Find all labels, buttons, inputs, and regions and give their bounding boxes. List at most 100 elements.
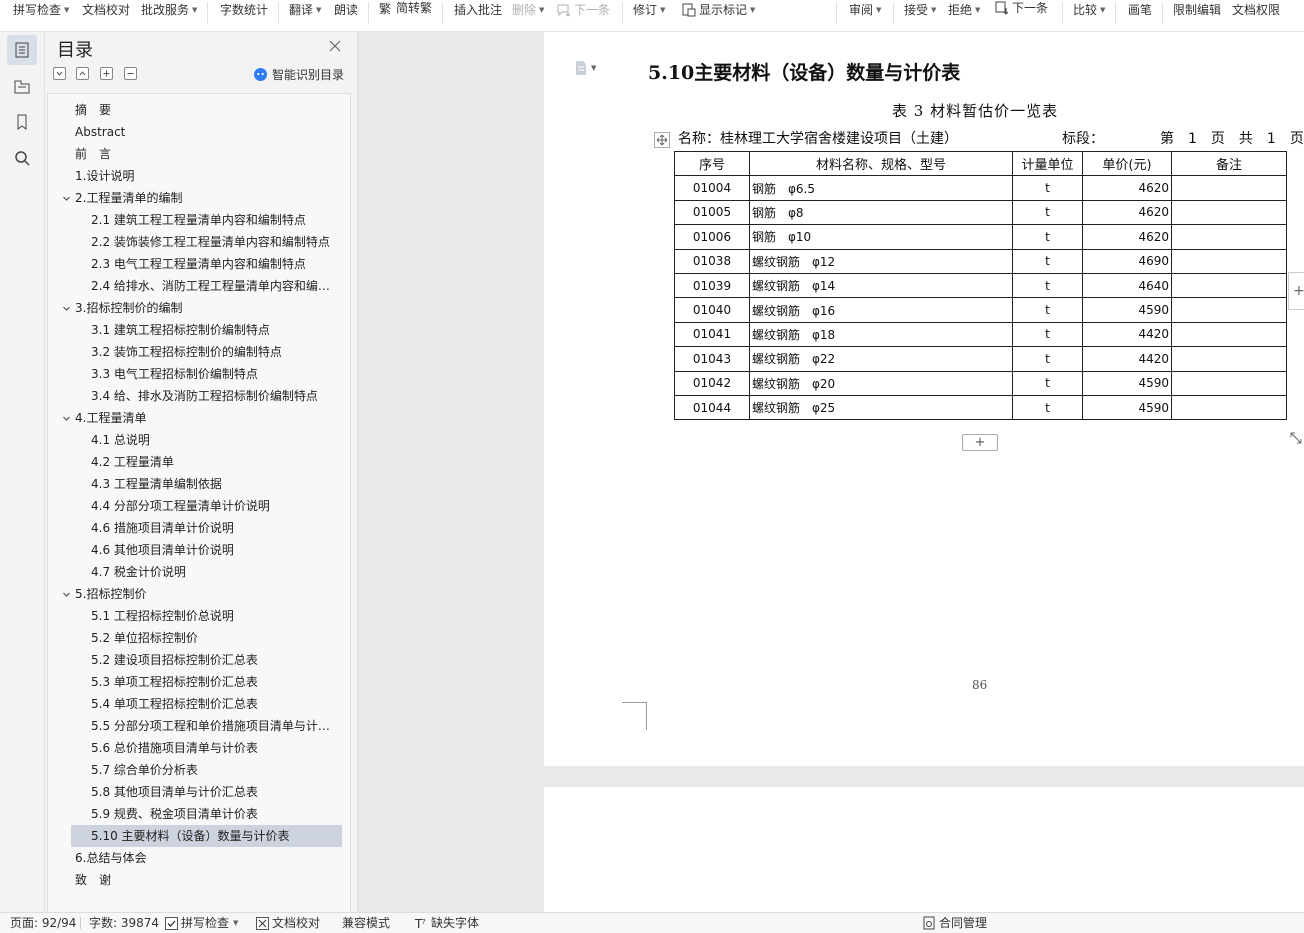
cell-code[interactable]: 01041 (674, 321, 750, 348)
cell-material[interactable]: 螺纹钢筋 φ18 (749, 321, 1013, 348)
cell-price[interactable]: 4590 (1082, 297, 1172, 323)
cell-material[interactable]: 钢筋 φ6.5 (749, 175, 1013, 201)
cell-unit[interactable]: t (1012, 175, 1083, 201)
toc-expand-chevron-icon[interactable] (61, 583, 71, 605)
toc-item[interactable]: 2.3 电气工程工程量清单内容和编制特点 (91, 253, 331, 275)
cell-code[interactable]: 01038 (674, 248, 750, 274)
cell-unit[interactable]: t (1012, 321, 1083, 348)
cell-remark[interactable] (1171, 297, 1287, 323)
cell-unit[interactable]: t (1012, 346, 1083, 372)
pen-button[interactable]: 画笔 (1128, 0, 1152, 20)
cell-material[interactable]: 螺纹钢筋 φ14 (749, 272, 1013, 299)
chapter-rail-button[interactable] (7, 71, 37, 101)
cell-material[interactable]: 钢筋 φ10 (749, 224, 1013, 250)
toc-item[interactable]: 4.6 其他项目清单计价说明 (91, 539, 331, 561)
toc-item[interactable]: 2.1 建筑工程工程量清单内容和编制特点 (91, 209, 331, 231)
cell-remark[interactable] (1171, 370, 1287, 396)
spell-check-toggle[interactable]: 拼写检查 ▼ (165, 913, 238, 933)
cell-remark[interactable] (1171, 394, 1287, 421)
toc-rail-button[interactable] (7, 35, 37, 65)
toc-item-selected[interactable]: 5.10 主要材料（设备）数量与计价表 (71, 825, 342, 847)
toc-item[interactable]: 4.3 工程量清单编制依据 (91, 473, 331, 495)
table-move-handle[interactable] (654, 132, 670, 148)
toc-item[interactable]: 6.总结与体会 (75, 847, 331, 869)
toc-item[interactable]: 2.4 给排水、消防工程工程量清单内容和编制特点 (91, 275, 331, 297)
word-count-indicator[interactable]: 字数: 39874 (89, 913, 159, 933)
cell-remark[interactable] (1171, 321, 1287, 348)
cell-code[interactable]: 01040 (674, 297, 750, 323)
close-toc-button[interactable] (327, 38, 343, 54)
toc-expand-chevron-icon[interactable] (61, 187, 71, 209)
doc-proof-status-button[interactable]: 文档校对 (256, 913, 320, 933)
translate-menu[interactable]: 翻译 ▼ (289, 0, 321, 20)
cell-unit[interactable]: t (1012, 394, 1083, 421)
toc-item[interactable]: 1.设计说明 (75, 165, 331, 187)
toc-expand-chevron-icon[interactable] (61, 407, 71, 429)
cell-material[interactable]: 钢筋 φ8 (749, 199, 1013, 226)
toc-item[interactable]: 5.7 综合单价分析表 (91, 759, 331, 781)
toc-item[interactable]: 4.6 措施项目清单计价说明 (91, 517, 331, 539)
cell-price[interactable]: 4620 (1082, 199, 1172, 226)
add-column-button[interactable]: + (1288, 272, 1304, 310)
cell-remark[interactable] (1171, 248, 1287, 274)
cell-price[interactable]: 4620 (1082, 224, 1172, 250)
toc-item[interactable]: 3.招标控制价的编制 (75, 297, 331, 319)
batch-service-menu[interactable]: 批改服务 ▼ (141, 0, 197, 20)
cell-unit[interactable]: t (1012, 297, 1083, 323)
toc-item[interactable]: 2.2 装饰装修工程工程量清单内容和编制特点 (91, 231, 331, 253)
toc-item[interactable]: 4.1 总说明 (91, 429, 331, 451)
toc-item[interactable]: 3.1 建筑工程招标控制价编制特点 (91, 319, 331, 341)
cell-material[interactable]: 螺纹钢筋 φ16 (749, 297, 1013, 323)
cell-price[interactable]: 4620 (1082, 175, 1172, 201)
toc-item[interactable]: 5.4 单项工程招标控制价汇总表 (91, 693, 331, 715)
doc-proof-button[interactable]: 文档校对 (82, 0, 130, 20)
toc-item[interactable]: 3.4 给、排水及消防工程招标制价编制特点 (91, 385, 331, 407)
missing-font-button[interactable]: T? 缺失字体 (414, 913, 479, 933)
restrict-edit-button[interactable]: 限制编辑 (1173, 0, 1221, 20)
cell-code[interactable]: 01044 (674, 394, 750, 421)
cell-price[interactable]: 4420 (1082, 321, 1172, 348)
toc-expand-chevron-icon[interactable] (61, 297, 71, 319)
insert-comment-button[interactable]: 插入批注 (454, 0, 502, 20)
cell-unit[interactable]: t (1012, 248, 1083, 274)
toc-item[interactable]: 3.2 装饰工程招标控制价的编制特点 (91, 341, 331, 363)
remove-heading-button[interactable] (124, 67, 137, 80)
cell-code[interactable]: 01043 (674, 346, 750, 372)
word-count-button[interactable]: 字数统计 (220, 0, 268, 20)
toc-item[interactable]: Abstract (75, 121, 331, 143)
compare-menu[interactable]: 比较 ▼ (1073, 0, 1105, 20)
cell-price[interactable]: 4420 (1082, 346, 1172, 372)
toc-item[interactable]: 5.8 其他项目清单与计价汇总表 (91, 781, 331, 803)
cell-code[interactable]: 01039 (674, 272, 750, 299)
contract-mgmt-button[interactable]: 合同管理 (922, 913, 987, 933)
cell-remark[interactable] (1171, 199, 1287, 226)
expand-all-button[interactable] (76, 67, 89, 80)
cell-material[interactable]: 螺纹钢筋 φ20 (749, 370, 1013, 396)
smart-toc-button[interactable]: 智能识别目录 (253, 66, 344, 83)
read-aloud-button[interactable]: 朗读 (334, 0, 358, 20)
cell-price[interactable]: 4640 (1082, 272, 1172, 299)
toc-item[interactable]: 摘 要 (75, 99, 331, 121)
cell-unit[interactable]: t (1012, 224, 1083, 250)
toc-item[interactable]: 5.3 单项工程招标控制价汇总表 (91, 671, 331, 693)
doc-permission-button[interactable]: 文档权限 (1232, 0, 1280, 20)
cell-price[interactable]: 4690 (1082, 248, 1172, 274)
cell-material[interactable]: 螺纹钢筋 φ22 (749, 346, 1013, 372)
table-resize-handle[interactable] (1288, 430, 1304, 446)
simp-trad-button[interactable]: 繁 简转繁 (378, 0, 432, 18)
cell-material[interactable]: 螺纹钢筋 φ12 (749, 248, 1013, 274)
cell-remark[interactable] (1171, 346, 1287, 372)
cell-unit[interactable]: t (1012, 370, 1083, 396)
add-heading-button[interactable] (100, 67, 113, 80)
toc-item[interactable]: 5.2 建设项目招标控制价汇总表 (91, 649, 331, 671)
cell-remark[interactable] (1171, 175, 1287, 201)
toc-item[interactable]: 4.工程量清单 (75, 407, 331, 429)
cell-price[interactable]: 4590 (1082, 370, 1172, 396)
toc-item[interactable]: 5.6 总价措施项目清单与计价表 (91, 737, 331, 759)
review-menu[interactable]: 审阅 ▼ (849, 0, 881, 20)
spell-check-menu[interactable]: 拼写检查 ▼ (13, 0, 69, 20)
cell-code[interactable]: 01004 (674, 175, 750, 201)
toc-item[interactable]: 5.2 单位招标控制价 (91, 627, 331, 649)
cell-unit[interactable]: t (1012, 199, 1083, 226)
add-row-button[interactable]: + (962, 434, 998, 451)
